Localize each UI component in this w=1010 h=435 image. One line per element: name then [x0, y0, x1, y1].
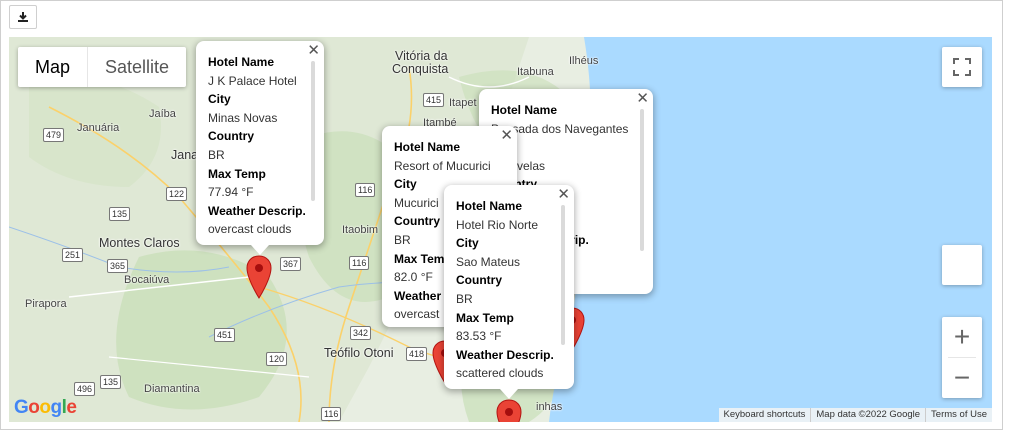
zoom-in-button[interactable]: + [942, 317, 982, 357]
hotel-name-value: Hotel Rio Norte [456, 217, 539, 232]
terms-of-use-link[interactable]: Terms of Use [925, 408, 992, 422]
scrollbar[interactable] [561, 205, 565, 345]
map-type-map-button[interactable]: Map [18, 47, 87, 87]
road-shield: 418 [406, 347, 428, 361]
road-shield: 342 [350, 326, 372, 340]
road-shield: 116 [355, 183, 376, 197]
place-label: Diamantina [144, 383, 200, 395]
country-key: Country [456, 273, 502, 288]
max-temp-key: Max Temp [456, 310, 514, 325]
road-shield: 251 [62, 248, 84, 262]
info-window-content: Hotel Name J K Palace Hotel City Minas N… [208, 53, 324, 245]
place-label: Itapet [449, 97, 477, 109]
place-label: Conquista [392, 62, 449, 76]
map-marker[interactable] [496, 399, 522, 422]
place-label: Jana [171, 148, 199, 162]
info-window: Hotel Name J K Palace Hotel City Minas N… [196, 41, 324, 255]
place-label: Itaobim [342, 224, 379, 236]
info-window-tail [251, 245, 269, 255]
map-marker[interactable] [246, 255, 272, 299]
map-type-control: Map Satellite [18, 47, 187, 87]
city-key: City [208, 92, 231, 107]
zoom-control: + − [942, 317, 982, 398]
info-window-content: Hotel Name Hotel Rio Norte City Sao Mate… [456, 197, 574, 389]
max-temp-value: 83.53 °F [456, 329, 502, 344]
download-button[interactable] [9, 5, 37, 29]
road-shield: 415 [423, 93, 445, 107]
road-shield: 116 [349, 256, 370, 270]
place-label: Pirapora [25, 298, 67, 310]
country-value: BR [456, 291, 473, 306]
close-icon[interactable]: ✕ [307, 43, 320, 59]
hotel-name-key: Hotel Name [491, 103, 558, 117]
hotel-name-value: J K Palace Hotel [208, 73, 297, 88]
info-window: Hotel Name Hotel Rio Norte City Sao Mate… [444, 185, 574, 399]
place-label: Ilhéus [569, 55, 599, 67]
city-key: City [456, 236, 479, 251]
place-label: Bocaiúva [124, 274, 170, 286]
hotel-name-value: Resort of Mucurici [394, 158, 491, 173]
place-label: Jaíba [149, 108, 176, 120]
road-shield: 451 [214, 328, 236, 342]
hotel-name-key: Hotel Name [394, 140, 461, 154]
road-shield: 496 [74, 382, 96, 396]
place-label: Montes Claros [99, 236, 180, 250]
fullscreen-icon [953, 58, 971, 76]
close-icon[interactable]: ✕ [636, 91, 649, 107]
zoom-out-button[interactable]: − [942, 358, 982, 398]
scrollbar[interactable] [311, 61, 315, 201]
weather-value: overcast clouds [208, 222, 292, 237]
close-icon[interactable]: ✕ [500, 128, 513, 144]
map-footer: Keyboard shortcuts Map data ©2022 Google… [718, 408, 992, 422]
fullscreen-button[interactable] [942, 47, 982, 87]
place-label: Itabuna [517, 66, 554, 78]
google-logo[interactable]: Google [14, 397, 77, 419]
road-shield: 135 [109, 207, 131, 221]
weather-value: scattered clouds [456, 366, 544, 381]
city-value: Minas Novas [208, 110, 278, 125]
max-temp-key: Max Temp [208, 166, 266, 181]
road-shield: 479 [43, 128, 65, 142]
road-shield: 365 [107, 259, 129, 273]
place-label: Vitória da [395, 49, 448, 63]
map-data-attribution: Map data ©2022 Google [810, 408, 925, 422]
close-icon[interactable]: ✕ [557, 187, 570, 203]
road-shield: 122 [166, 187, 188, 201]
map-canvas[interactable]: Vitória da Conquista Itabuna Ilhéus Janu… [9, 37, 992, 422]
country-value: BR [208, 147, 225, 162]
place-label: Teófilo Otoni [324, 346, 394, 360]
place-label: inhas [536, 401, 563, 413]
map-type-satellite-button[interactable]: Satellite [88, 47, 186, 87]
road-shield: 367 [280, 257, 302, 271]
weather-key: Weather Descrip. [456, 347, 554, 362]
max-temp-value: 77.94 °F [208, 185, 254, 200]
weather-key: Weather Descrip. [208, 203, 306, 218]
road-shield: 116 [321, 407, 342, 421]
scrollbar[interactable] [640, 109, 644, 251]
info-window-tail [500, 389, 518, 399]
place-label: Januária [77, 122, 120, 134]
keyboard-shortcuts-link[interactable]: Keyboard shortcuts [719, 408, 811, 422]
city-value: Sao Mateus [456, 254, 521, 269]
road-shield: 135 [100, 375, 122, 389]
download-icon [18, 12, 28, 22]
road-shield: 120 [266, 352, 288, 366]
hotel-name-key: Hotel Name [456, 199, 523, 213]
country-key: Country [208, 129, 254, 144]
pegman-button[interactable] [942, 245, 982, 285]
